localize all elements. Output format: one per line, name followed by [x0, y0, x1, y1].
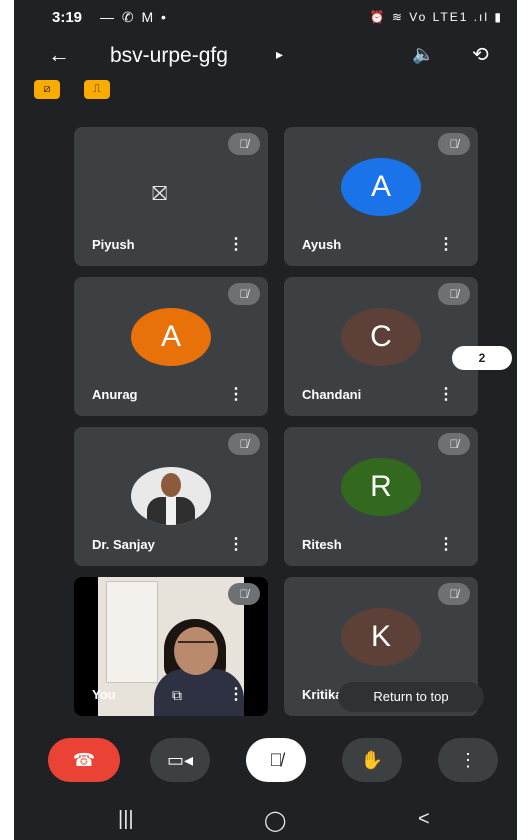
- more-options-button[interactable]: ⋮: [438, 738, 498, 782]
- participant-name: You: [92, 687, 116, 702]
- phone-hangup-icon: ☎: [72, 750, 96, 770]
- mic-off-icon: 🎙̸: [228, 133, 260, 155]
- self-video-feed: [98, 577, 244, 716]
- raise-hand-button[interactable]: ✋: [342, 738, 402, 782]
- effects-icon[interactable]: ⧉: [172, 687, 182, 704]
- speaker-icon[interactable]: 🔈: [412, 44, 434, 65]
- mic-off-icon: 🎙̸: [228, 583, 260, 605]
- more-vert-icon[interactable]: ⋮: [438, 534, 454, 554]
- participant-tile-ayush[interactable]: 🎙̸ A Ayush ⋮: [284, 127, 478, 266]
- chevron-right-icon[interactable]: ▸: [276, 46, 283, 63]
- avatar: R: [341, 458, 421, 516]
- participant-name: Dr. Sanjay: [92, 537, 155, 552]
- mic-toggle-button[interactable]: 🎙̸: [246, 738, 306, 782]
- profile-photo: [131, 467, 211, 525]
- mic-off-icon: 🎙̸: [269, 750, 283, 770]
- home-icon[interactable]: ◯: [264, 808, 286, 833]
- participant-name: Ritesh: [302, 537, 342, 552]
- participant-name: Ayush: [302, 237, 342, 252]
- return-to-top-button[interactable]: Return to top: [338, 682, 484, 712]
- more-vert-icon[interactable]: ⋮: [228, 234, 244, 254]
- recents-icon[interactable]: |||: [118, 808, 134, 831]
- participant-name: Chandani: [302, 387, 362, 402]
- notification-icons: — ✆ M •: [100, 9, 168, 25]
- participant-name: Piyush: [92, 237, 135, 252]
- more-vert-icon[interactable]: ⋮: [228, 684, 244, 704]
- mic-off-icon: 🎙̸: [228, 433, 260, 455]
- avatar: A: [131, 308, 211, 366]
- participant-tile-ritesh[interactable]: 🎙̸ R Ritesh ⋮: [284, 427, 478, 566]
- switch-camera-icon[interactable]: ⟲: [472, 42, 489, 67]
- participant-tile-piyush[interactable]: 🎙̸ ⛝ Piyush ⋮: [74, 127, 268, 266]
- more-vert-icon: ⋮: [459, 750, 477, 770]
- camera-toggle-button[interactable]: ▭◂: [150, 738, 210, 782]
- mic-off-icon: 🎙̸: [438, 133, 470, 155]
- avatar: K: [341, 608, 421, 666]
- mic-off-icon: 🎙̸: [438, 583, 470, 605]
- status-time: 3:19: [52, 9, 83, 26]
- end-call-button[interactable]: ☎: [48, 738, 120, 782]
- back-icon[interactable]: <: [418, 808, 430, 831]
- more-vert-icon[interactable]: ⋮: [228, 384, 244, 404]
- back-arrow-icon[interactable]: ←: [48, 42, 70, 68]
- mic-off-icon: 🎙̸: [228, 283, 260, 305]
- captions-off-icon[interactable]: ⧄: [34, 80, 60, 99]
- more-vert-icon[interactable]: ⋮: [438, 234, 454, 254]
- meeting-header: ← bsv-urpe-gfg ▸ 🔈 ⟲: [14, 36, 517, 80]
- participant-tile-dr-sanjay[interactable]: 🎙̸ Dr. Sanjay ⋮: [74, 427, 268, 566]
- mic-off-icon: 🎙̸: [438, 283, 470, 305]
- system-icons: ⏰ ≋ Vo LTE1 .ıl ▮: [369, 10, 503, 24]
- participant-tile-anurag[interactable]: 🎙̸ A Anurag ⋮: [74, 277, 268, 416]
- video-camera-icon: ▭◂: [166, 750, 194, 770]
- door-icon[interactable]: ⎍: [84, 80, 110, 99]
- participant-tile-self[interactable]: 🎙̸ You ⧉ ⋮: [74, 577, 268, 716]
- more-vert-icon[interactable]: ⋮: [228, 534, 244, 554]
- hand-icon: ✋: [360, 750, 384, 770]
- phone-screen: 3:19 — ✆ M • ⏰ ≋ Vo LTE1 .ıl ▮ ← bsv-urp…: [14, 0, 517, 840]
- system-nav-bar: ||| ◯ <: [14, 800, 517, 840]
- camera-off-icon: ⛝: [152, 183, 168, 205]
- call-controls: ☎ ▭◂ 🎙̸ ✋ ⋮: [14, 734, 517, 790]
- participant-tile-chandani[interactable]: 🎙̸ C Chandani ⋮: [284, 277, 478, 416]
- participant-name: Kritika: [302, 687, 343, 702]
- avatar: C: [341, 308, 421, 366]
- participant-name: Anurag: [92, 387, 138, 402]
- more-vert-icon[interactable]: ⋮: [438, 384, 454, 404]
- page-indicator[interactable]: 2: [452, 346, 512, 370]
- meeting-title[interactable]: bsv-urpe-gfg: [110, 44, 228, 68]
- mic-off-icon: 🎙̸: [438, 433, 470, 455]
- status-bar: 3:19 — ✆ M • ⏰ ≋ Vo LTE1 .ıl ▮: [14, 0, 517, 36]
- avatar: A: [341, 158, 421, 216]
